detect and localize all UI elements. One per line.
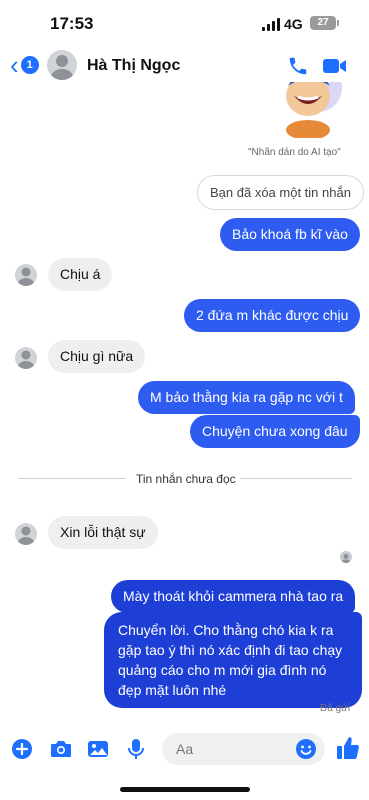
microphone-icon[interactable] [127,738,145,765]
message-line: đẹp mặt luôn nhé [118,682,227,698]
divider [18,478,126,479]
outgoing-message[interactable]: Mày thoát khỏi cammera nhà tao ra [111,580,356,613]
divider [240,478,352,479]
avatar[interactable] [47,50,77,80]
camera-icon[interactable] [49,738,73,765]
outgoing-message[interactable]: M bảo thằng kia ra gặp nc với t [138,381,355,414]
incoming-message[interactable]: Xin lỗi thật sự [48,516,158,549]
contact-name[interactable]: Hà Thị Ngọc [87,57,180,75]
message-line: Chuyển lời. Cho thằng chó kia k ra [118,622,334,638]
chevron-left-icon: ‹ [10,50,19,80]
phone-icon[interactable] [287,55,309,82]
image-icon[interactable] [87,738,109,765]
outgoing-message[interactable]: Bảo khoá fb kĩ vào [220,218,360,251]
unread-badge: 1 [20,56,39,74]
outgoing-message[interactable]: 2 đứa m khác được chịu [184,299,361,332]
outgoing-message[interactable]: Chuyện chưa xong đâu [190,415,360,448]
message-composer: Aa [0,730,369,770]
signal-icon [262,18,280,31]
plus-icon[interactable] [11,738,33,765]
avatar[interactable] [15,347,37,369]
message-input-placeholder: Aa [176,741,194,757]
incoming-message[interactable]: Chịu á [48,258,113,291]
incoming-message[interactable]: Chịu gì nữa [48,340,146,373]
status-bar: 17:53 4G 27 [0,0,369,46]
avatar[interactable] [15,264,37,286]
conversation-header: ‹ 1 Hà Thị Ngọc [0,46,369,86]
seen-avatar [340,551,352,563]
like-button[interactable] [336,735,360,766]
thumbs-up-icon [337,737,359,759]
unread-divider-label: Tin nhắn chưa đọc [136,472,236,486]
home-indicator [120,787,250,792]
deleted-message-notice[interactable]: Bạn đã xóa một tin nhắn [197,175,364,210]
ai-sticker[interactable] [262,82,358,138]
delivery-status: Đã gửi [320,703,351,714]
sticker-caption: "Nhãn dán do AI tạo" [248,147,341,158]
video-call-icon[interactable] [322,56,348,81]
battery-icon: 27 [310,16,339,30]
status-time: 17:53 [50,14,94,33]
message-line: gặp tao ý thì nó xác định đi tao chạy [118,642,343,658]
emoji-icon[interactable] [295,738,317,765]
network-label: 4G [284,16,303,32]
message-line: quảng cáo cho m mới gia đình nó [118,662,327,678]
outgoing-message[interactable]: Chuyển lời. Cho thằng chó kia k ra gặp t… [104,612,362,708]
back-button[interactable]: ‹ 1 [10,50,39,80]
avatar[interactable] [15,523,37,545]
